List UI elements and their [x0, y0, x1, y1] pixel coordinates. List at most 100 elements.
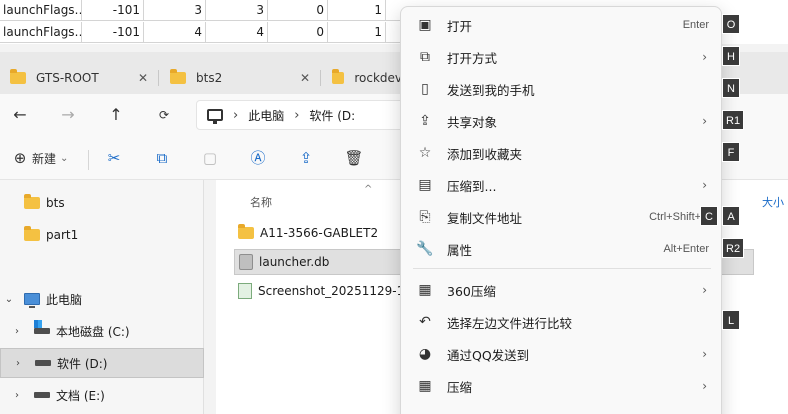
new-button[interactable]: ⊕ 新建 ⌄: [8, 146, 69, 170]
tab-gts-root[interactable]: GTS-ROOT ✕: [0, 62, 158, 94]
tab-bts2[interactable]: bts2 ✕: [160, 62, 320, 94]
chevron-down-icon: ⌄: [60, 152, 69, 164]
key-badge: H: [722, 46, 740, 66]
chevron-right-icon[interactable]: ›: [10, 390, 24, 401]
chevron-right-icon: ›: [702, 379, 707, 393]
chevron-right-icon[interactable]: ›: [11, 358, 25, 369]
sort-indicator-icon: ^: [364, 184, 373, 195]
sheet-cell[interactable]: -101: [82, 0, 144, 21]
sheet-cell[interactable]: 0: [268, 22, 328, 43]
sheet-cell[interactable]: launchFlags…: [0, 22, 82, 43]
up-button[interactable]: ↑: [104, 103, 128, 127]
menu-item-8[interactable]: ▦ 360压缩 ›: [405, 275, 719, 305]
menu-item-6[interactable]: ⎘ 复制文件地址 Ctrl+Shift+C: [405, 202, 719, 232]
sheet-cell[interactable]: 1: [328, 22, 386, 43]
qq-icon: ◕: [418, 346, 432, 362]
sheet-cell[interactable]: 0: [268, 0, 328, 21]
star-icon: ☆: [418, 145, 432, 161]
tab-rockdev[interactable]: rockdev: [322, 62, 402, 94]
sheet-row: launchFlags… -101 4 4 0 1: [0, 22, 400, 43]
share-button[interactable]: ⇪: [294, 146, 318, 170]
sheet-cell[interactable]: -101: [82, 22, 144, 43]
tree-item-label: 此电脑: [46, 292, 83, 307]
key-badge: O: [722, 14, 740, 34]
close-icon[interactable]: ✕: [300, 71, 310, 85]
menu-item-label: 打开: [447, 18, 473, 34]
tree-item-label: bts: [46, 196, 65, 210]
compare-icon: ↶: [419, 314, 431, 330]
rename-icon: Ⓐ: [250, 149, 266, 167]
paste-button[interactable]: ▢: [198, 146, 222, 170]
folder-icon: [10, 69, 26, 84]
open-with-icon: ⧉: [420, 49, 430, 65]
pc-icon: [24, 293, 40, 308]
sheet-cell[interactable]: 3: [206, 0, 268, 21]
menu-item-2[interactable]: ▯ 发送到我的手机: [405, 74, 719, 104]
menu-item-9[interactable]: ↶ 选择左边文件进行比较: [405, 307, 719, 337]
menu-item-label: 打开方式: [447, 50, 498, 66]
chevron-right-icon: ›: [233, 107, 239, 123]
menu-item-label: 360压缩: [447, 283, 496, 299]
tree-item-label: part1: [46, 228, 79, 242]
key-badge: C: [700, 206, 718, 226]
copy-button[interactable]: ⧉: [150, 146, 174, 170]
menu-item-3[interactable]: ⇪ 共享对象 ›: [405, 106, 719, 136]
sheet-cell[interactable]: 1: [328, 0, 386, 21]
refresh-button[interactable]: ⟳: [152, 103, 176, 127]
sheet-cell[interactable]: launchFlags…: [0, 0, 82, 21]
forward-button[interactable]: →: [56, 103, 80, 127]
sheet-cell[interactable]: 4: [206, 22, 268, 43]
cut-button[interactable]: ✂: [102, 146, 126, 170]
menu-item-label: 发送到我的手机: [447, 82, 535, 98]
tree-item-label: 本地磁盘 (C:): [56, 324, 130, 339]
delete-button[interactable]: 🗑: [342, 146, 366, 170]
column-header-size[interactable]: 大小: [762, 194, 784, 210]
sheet-cell[interactable]: 4: [144, 22, 206, 43]
chevron-right-icon: ›: [702, 50, 707, 64]
chevron-right-icon: ›: [702, 347, 707, 361]
menu-item-1[interactable]: ⧉ 打开方式 ›: [405, 42, 719, 72]
copy-path-icon: ⎘: [419, 209, 431, 225]
folder-icon: [238, 224, 254, 239]
chevron-right-icon[interactable]: ›: [10, 326, 24, 337]
tab-divider: [320, 70, 321, 86]
chevron-right-icon: ›: [702, 178, 707, 192]
breadcrumb-this-pc[interactable]: 此电脑: [248, 107, 284, 124]
menu-item-4[interactable]: ☆ 添加到收藏夹: [405, 138, 719, 168]
sheet-cell[interactable]: 3: [144, 0, 206, 21]
monitor-icon: [207, 109, 223, 124]
menu-item-10[interactable]: ◕ 通过QQ发送到 ›: [405, 339, 719, 369]
share-icon: ⇪: [419, 113, 431, 129]
wrench-icon: 🔧: [416, 241, 434, 257]
menu-item-label: 通过QQ发送到: [447, 347, 530, 363]
back-button[interactable]: ←: [8, 103, 32, 127]
menu-item-label: 复制文件地址: [447, 210, 523, 226]
sheet-row: launchFlags… -101 3 3 0 1: [0, 0, 400, 21]
archive-icon: ▤: [418, 177, 432, 193]
file-name: launcher.db: [259, 255, 330, 269]
menu-item-11[interactable]: ▦ 压缩 ›: [405, 371, 719, 401]
menu-item-5[interactable]: ▤ 压缩到... ›: [405, 170, 719, 200]
tree-item-drive-c[interactable]: › 本地磁盘 (C:): [0, 316, 204, 346]
breadcrumb-drive-d[interactable]: 软件 (D:: [309, 107, 355, 124]
paste-icon: ▢: [202, 149, 218, 167]
tree-item-bts[interactable]: bts: [0, 188, 204, 218]
spreadsheet-background: launchFlags… -101 3 3 0 1 launchFlags… -…: [0, 0, 400, 44]
column-header-name[interactable]: 名称: [250, 194, 272, 210]
tree-item-this-pc[interactable]: ⌄ 此电脑: [0, 284, 204, 314]
rename-button[interactable]: Ⓐ: [246, 146, 270, 170]
close-icon[interactable]: ✕: [138, 71, 148, 85]
chevron-right-icon: ›: [702, 114, 707, 128]
folder-icon: [170, 69, 186, 84]
tree-item-drive-e[interactable]: › 文档 (E:): [0, 380, 204, 410]
tree-item-part1[interactable]: part1: [0, 220, 204, 250]
menu-item-label: 属性: [447, 242, 473, 258]
menu-item-7[interactable]: 🔧 属性 Alt+Enter: [405, 234, 719, 264]
address-bar[interactable]: › 此电脑 › 软件 (D:: [196, 100, 416, 130]
key-badge: A: [722, 206, 740, 226]
chevron-down-icon[interactable]: ⌄: [2, 294, 16, 305]
menu-item-0[interactable]: ▣ 打开 Enter: [405, 10, 719, 40]
plus-circle-icon: ⊕: [13, 149, 27, 167]
image-file-icon: [238, 283, 252, 299]
tree-item-drive-d[interactable]: › 软件 (D:): [0, 348, 204, 378]
